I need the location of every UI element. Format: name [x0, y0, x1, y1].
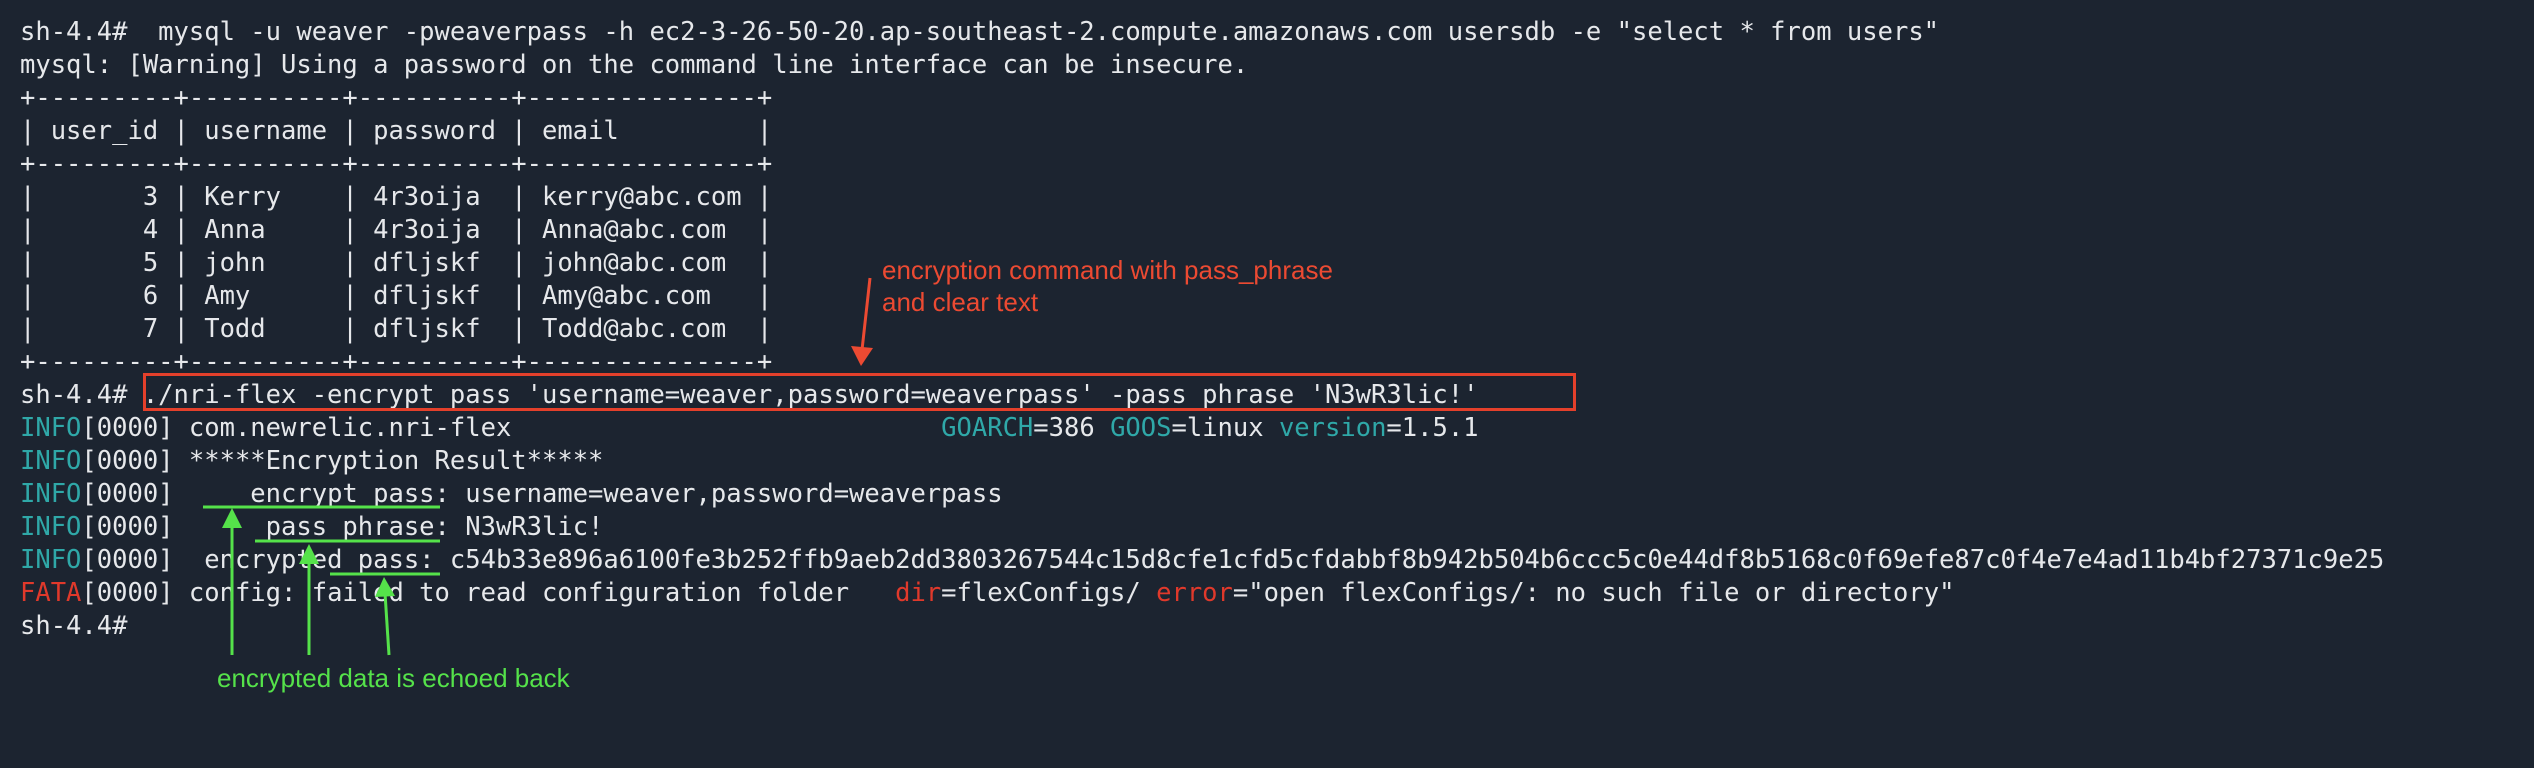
terminal-line-info-pass-phrase: INFO[0000] pass_phrase: N3wR3lic!: [20, 511, 603, 544]
log-code: [0000]: [81, 512, 174, 542]
log-key-goos: GOOS: [1110, 413, 1172, 443]
table-row: | 4 | Anna | 4r3oija | Anna@abc.com |: [20, 215, 773, 245]
annotation-echoed-back: encrypted data is echoed back: [217, 663, 570, 693]
log-key-error: error: [1156, 578, 1233, 608]
table-border-header: +---------+----------+----------+-------…: [20, 149, 773, 179]
annotation-encryption-command: encryption command with pass_phrase and …: [882, 254, 1333, 318]
terminal-line-mysql-command: sh-4.4# mysql -u weaver -pweaverpass -h …: [20, 17, 1940, 47]
annotation-line: encryption command with pass_phrase: [882, 255, 1333, 285]
log-level-info: INFO: [20, 545, 82, 575]
terminal-line-info-version: INFO[0000] com.newrelic.nri-flex GOARCH=…: [20, 412, 1479, 445]
table-row: | 5 | john | dfljskf | john@abc.com |: [20, 248, 773, 278]
log-key-dir: dir: [895, 578, 942, 608]
terminal-line-final-prompt: sh-4.4#: [20, 611, 128, 641]
log-code: [0000]: [81, 545, 174, 575]
red-arrowhead: [851, 346, 873, 366]
terminal-line-mysql-warning: mysql: [Warning] Using a password on the…: [20, 50, 1249, 80]
log-key-version: version: [1278, 413, 1387, 443]
log-level-fata: FATA: [20, 578, 82, 608]
log-code: [0000]: [81, 479, 174, 509]
table-row: | 6 | Amy | dfljskf | Amy@abc.com |: [20, 281, 773, 311]
log-message: encrypted_pass: c54b33e896a6100fe3b252ff…: [173, 545, 2385, 575]
table-border-top: +---------+----------+----------+-------…: [20, 83, 773, 113]
log-level-info: INFO: [20, 479, 82, 509]
log-value-error: ="open flexConfigs/: no such file or dir…: [1232, 578, 1955, 608]
red-arrow: [860, 277, 872, 351]
log-level-info: INFO: [20, 446, 82, 476]
log-code: [0000]: [81, 578, 174, 608]
terminal-line-info-result-header: INFO[0000] *****Encryption Result*****: [20, 445, 603, 478]
log-code: [0000]: [81, 446, 174, 476]
annotation-line: and clear text: [882, 287, 1039, 317]
table-row: | 3 | Kerry | 4r3oija | kerry@abc.com |: [20, 182, 773, 212]
terminal-window[interactable]: sh-4.4# mysql -u weaver -pweaverpass -h …: [0, 0, 2534, 768]
log-message: pass_phrase: N3wR3lic!: [173, 512, 604, 542]
terminal-line-fata-config: FATA[0000] config: failed to read config…: [20, 577, 1954, 610]
log-key-goarch: GOARCH: [941, 413, 1034, 443]
log-value-goos: =linux: [1171, 413, 1279, 443]
log-value-goarch: =386: [1033, 413, 1111, 443]
log-level-info: INFO: [20, 512, 82, 542]
log-message: config: failed to read configuration fol…: [173, 578, 896, 608]
log-message: com.newrelic.nri-flex: [173, 413, 942, 443]
table-row: | 7 | Todd | dfljskf | Todd@abc.com |: [20, 314, 773, 344]
log-value-dir: =flexConfigs/: [941, 578, 1157, 608]
log-level-info: INFO: [20, 413, 82, 443]
terminal-line-info-encrypted-pass: INFO[0000] encrypted_pass: c54b33e896a61…: [20, 544, 2384, 577]
log-value-version: =1.5.1: [1386, 413, 1479, 443]
log-code: [0000]: [81, 413, 174, 443]
log-message: *****Encryption Result*****: [173, 446, 604, 476]
table-header-row: | user_id | username | password | email …: [20, 116, 773, 146]
log-message: encrypt_pass: username=weaver,password=w…: [173, 479, 1003, 509]
terminal-line-info-encrypt-pass: INFO[0000] encrypt_pass: username=weaver…: [20, 478, 1003, 511]
shell-prompt: sh-4.4#: [20, 380, 143, 410]
command-highlight-box: [143, 373, 1576, 411]
